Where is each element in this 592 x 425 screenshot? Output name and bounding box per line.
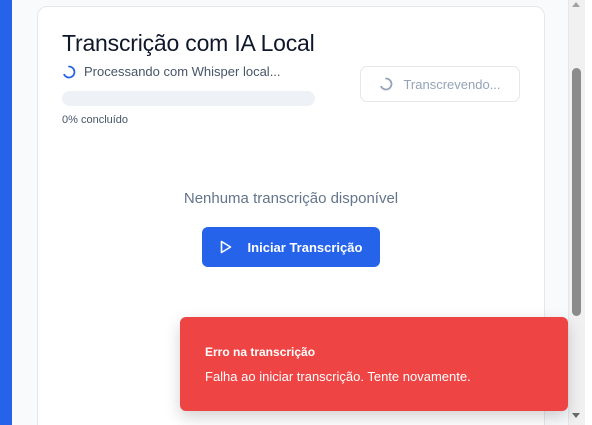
toast-title: Erro na transcrição	[205, 345, 316, 359]
empty-state-message: Nenhuma transcrição disponível	[183, 190, 399, 207]
window-edge	[585, 0, 592, 425]
toast-message: Falha ao iniciar transcrição. Tente nova…	[205, 369, 471, 384]
processing-status: Processando com Whisper local...	[62, 64, 281, 79]
scrollbar-thumb[interactable]	[572, 68, 581, 316]
start-transcription-button[interactable]: Iniciar Transcrição	[202, 227, 380, 267]
progress-label: 0% concluído	[62, 114, 129, 126]
spinner-icon	[379, 77, 393, 91]
transcribing-button-label: Transcrevendo...	[403, 76, 501, 92]
scroll-up-icon[interactable]	[572, 2, 580, 7]
start-transcription-label: Iniciar Transcrição	[247, 239, 363, 255]
status-text: Processando com Whisper local...	[84, 64, 281, 79]
progress-bar	[62, 91, 315, 106]
spinner-icon	[62, 65, 76, 79]
page-title: Transcrição com IA Local	[62, 30, 315, 56]
scroll-down-icon[interactable]	[572, 413, 580, 418]
error-toast[interactable]: Erro na transcrição Falha ao iniciar tra…	[180, 317, 568, 411]
left-sidebar-edge	[0, 0, 12, 425]
play-icon	[220, 240, 232, 254]
transcribing-button[interactable]: Transcrevendo...	[360, 66, 520, 102]
